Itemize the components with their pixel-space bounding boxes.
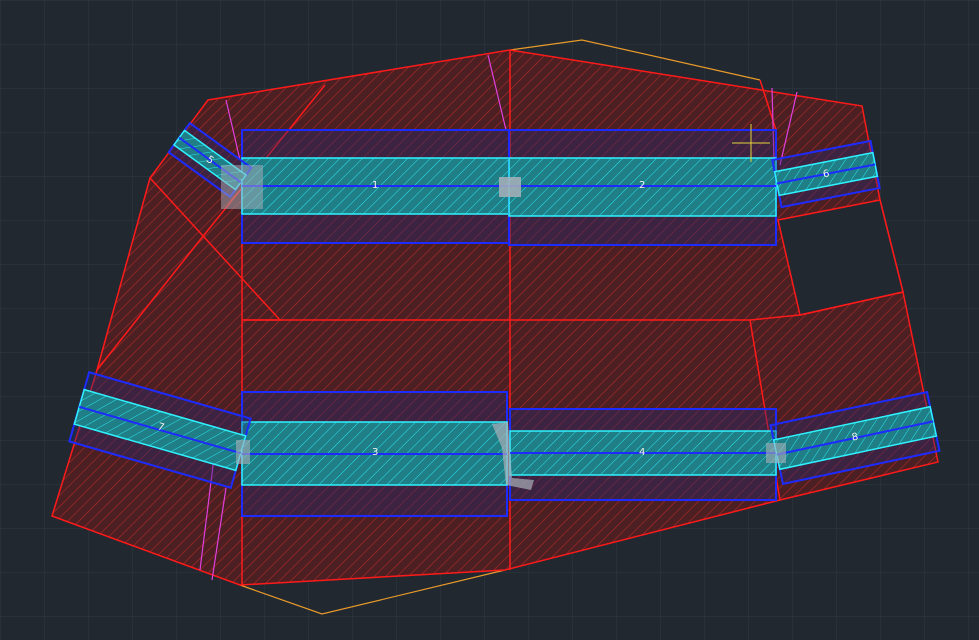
beam-1[interactable]: 1: [241, 129, 510, 244]
grip[interactable]: [499, 177, 521, 197]
beam-4-label: 4: [639, 447, 645, 458]
beam-4[interactable]: 4: [509, 408, 777, 501]
grip[interactable]: [236, 440, 250, 464]
beam-2-label: 2: [639, 180, 645, 191]
grip[interactable]: [221, 165, 263, 209]
grip[interactable]: [766, 443, 786, 463]
beam-1-label: 1: [372, 180, 378, 191]
cad-drawing-viewport[interactable]: 1 2 3 4 5 6 7 8: [0, 0, 979, 640]
beam-3-label: 3: [372, 447, 378, 458]
cad-canvas[interactable]: 1 2 3 4 5 6 7 8: [0, 0, 979, 640]
beam-3[interactable]: 3: [241, 391, 508, 517]
beam-2[interactable]: 2: [508, 129, 777, 246]
